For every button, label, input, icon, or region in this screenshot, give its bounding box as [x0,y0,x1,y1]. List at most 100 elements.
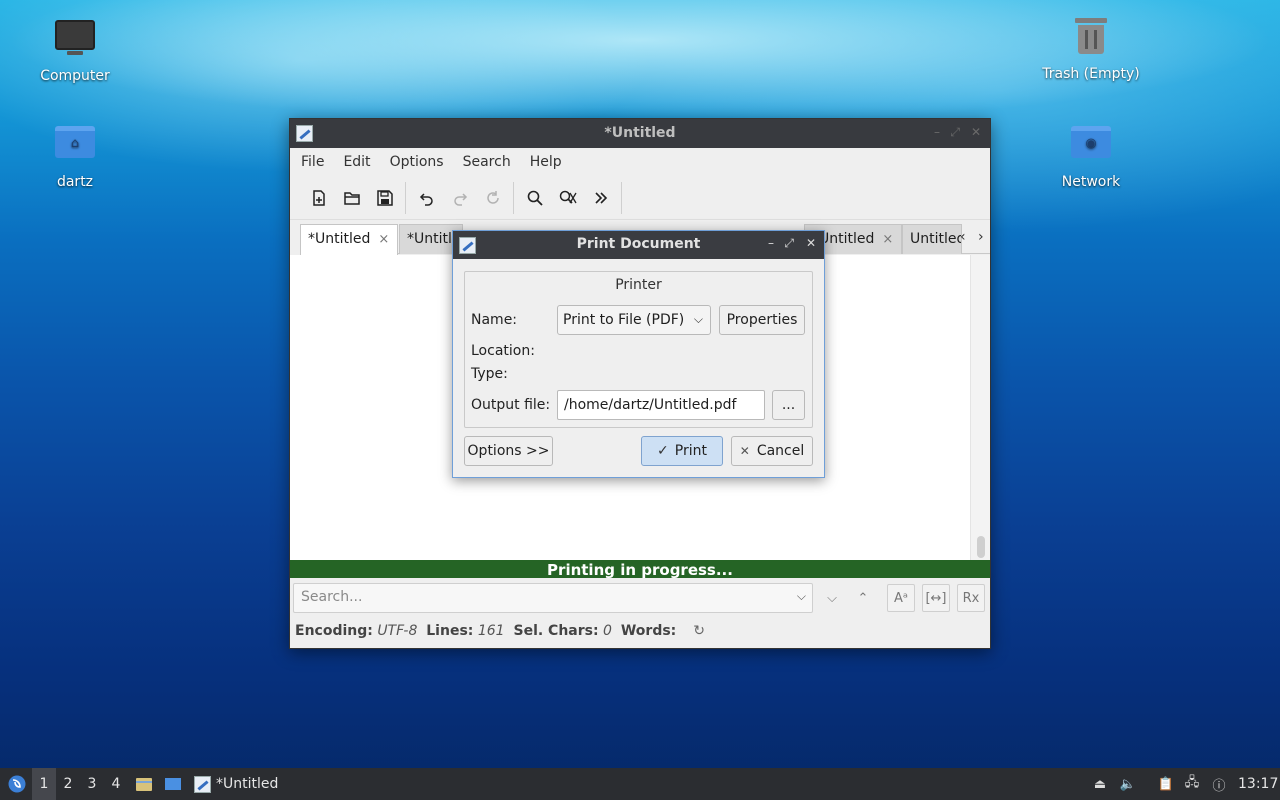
window-title: *Untitled [604,125,676,141]
match-case-icon[interactable]: Aᵃ [887,584,915,612]
tab-untitled-1[interactable]: *Untitled × [300,224,398,255]
desktop-icon-computer[interactable]: Computer [20,14,130,84]
notification-icon[interactable]: ⓘ [1210,775,1228,794]
desktop-icon-trash[interactable]: Trash (Empty) [1036,14,1146,82]
open-folder-icon[interactable] [335,183,368,213]
tab-label: *Untitled [308,231,371,247]
close-icon[interactable]: ✕ [971,125,981,139]
print-dialog: Print Document – ⤢ ✕ Printer Name: Print… [452,230,825,478]
vertical-scrollbar[interactable] [970,255,990,560]
output-file-field[interactable]: /home/dartz/Untitled.pdf [557,390,765,420]
trash-icon [1069,18,1113,62]
redo-icon[interactable] [443,183,476,213]
desktop-icon-label: Computer [40,68,110,84]
menu-search[interactable]: Search [463,154,511,170]
menu-file[interactable]: File [301,154,324,170]
name-label: Name: [471,312,518,328]
window-titlebar[interactable]: *Untitled – ⤢ ✕ [290,119,990,148]
start-menu-icon[interactable] [4,768,30,800]
maximize-icon[interactable]: ⤢ [950,125,960,140]
network-icon[interactable]: 🖧 [1183,775,1201,793]
toolbar-separator [405,181,406,214]
find-previous-icon[interactable]: ⌃ [849,584,877,612]
printer-group: Printer Name: Print to File (PDF) ⌵ Prop… [464,271,813,428]
cancel-button-label: Cancel [756,443,805,459]
new-document-icon[interactable] [302,183,335,213]
print-progress-bar: Printing in progress... [290,560,990,578]
encoding-value: UTF-8 [377,623,418,639]
tab-close-icon[interactable]: × [882,232,893,247]
more-icon[interactable] [584,183,617,213]
words-label: Words: [620,623,677,639]
task-label: *Untitled [216,776,279,792]
tab-close-icon[interactable]: × [378,232,389,247]
menu-help[interactable]: Help [530,154,562,170]
type-label: Type: [471,366,508,382]
network-folder-icon: ◉ [1069,126,1113,170]
clock[interactable]: 13:17 [1238,768,1278,800]
chevron-down-icon: ⌵ [693,312,703,326]
save-icon[interactable] [368,183,401,213]
output-file-label: Output file: [471,397,551,413]
selchars-value: 0 [603,623,612,639]
close-icon[interactable]: ✕ [806,236,816,250]
menu-edit[interactable]: Edit [343,154,370,170]
find-icon[interactable] [518,183,551,213]
file-manager-icon[interactable] [133,768,155,800]
find-next-icon[interactable]: ⌵ [818,584,846,612]
printer-group-title: Printer [615,277,662,293]
workspace-1[interactable]: 1 [32,768,56,800]
show-desktop-icon[interactable] [162,768,184,800]
desktop-icon-label: Trash (Empty) [1042,66,1140,82]
cancel-button[interactable]: ✕ Cancel [731,436,813,466]
home-folder-icon: ⌂ [53,126,97,170]
tab-scroll-left-icon[interactable]: ‹ [960,229,966,245]
options-button[interactable]: Options >> [464,436,553,466]
encoding-label: Encoding: [295,623,373,639]
search-bar: Search... ⌵ ⌵ ⌃ Aᵃ [↔] Rx [290,579,990,619]
undo-icon[interactable] [410,183,443,213]
printer-select[interactable]: Print to File (PDF) ⌵ [557,305,711,335]
selchars-label: Sel. Chars: [513,623,599,639]
desktop-icon-network[interactable]: ◉ Network [1036,118,1146,190]
taskbar: 1 2 3 4 *Untitled ⏏ 🔈 📋 🖧 ⓘ 13:17 [0,768,1280,800]
clipboard-icon[interactable]: 📋 [1157,775,1175,793]
properties-button[interactable]: Properties [719,305,805,335]
search-input[interactable]: Search... ⌵ [293,583,813,613]
cancel-x-icon: ✕ [739,444,750,458]
dialog-titlebar[interactable]: Print Document – ⤢ ✕ [453,231,824,259]
task-editor[interactable]: *Untitled [194,768,286,800]
toolbar [290,176,990,220]
eject-icon[interactable]: ⏏ [1091,775,1109,793]
menubar: File Edit Options Search Help [290,148,990,176]
volume-icon[interactable]: 🔈 [1119,775,1137,793]
maximize-icon[interactable]: ⤢ [784,236,794,251]
tab-untitled-4[interactable]: Untitled [902,224,962,254]
workspace-3[interactable]: 3 [80,768,104,800]
browse-button[interactable]: ... [772,390,805,420]
find-replace-icon[interactable] [551,183,584,213]
status-bar: Encoding: UTF-8 Lines: 161 Sel. Chars: 0… [295,623,705,639]
printer-select-value: Print to File (PDF) [563,312,685,328]
regex-icon[interactable]: Rx [957,584,985,612]
workspace-4[interactable]: 4 [104,768,128,800]
reload-icon[interactable] [476,183,509,213]
tab-scroll-right-icon[interactable]: › [978,229,984,245]
workspace-2[interactable]: 2 [56,768,80,800]
location-label: Location: [471,343,535,359]
print-button-label: Print [674,443,707,459]
refresh-icon[interactable]: ↻ [693,623,705,639]
chevron-down-icon[interactable]: ⌵ [797,589,806,604]
desktop-icon-label: Network [1061,174,1121,190]
menu-options[interactable]: Options [390,154,444,170]
print-button[interactable]: ✓ Print [641,436,723,466]
minimize-icon[interactable]: – [768,236,774,250]
desktop-icon-home[interactable]: ⌂ dartz [20,118,130,190]
computer-icon [53,20,97,64]
minimize-icon[interactable]: – [934,125,940,139]
toolbar-separator [513,181,514,214]
toolbar-separator [621,181,622,214]
scrollbar-thumb[interactable] [977,536,985,558]
whole-word-icon[interactable]: [↔] [922,584,950,612]
lines-label: Lines: [426,623,474,639]
